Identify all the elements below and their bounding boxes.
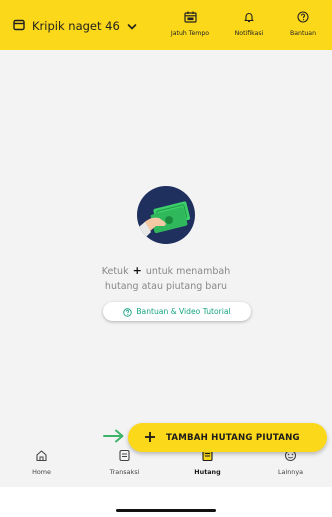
add-debt-label: TAMBAH HUTANG PIUTANG bbox=[166, 432, 300, 443]
plus-icon: + bbox=[132, 264, 142, 277]
due-date-label: Jatuh Tempo bbox=[170, 30, 210, 37]
arrow-right-icon bbox=[103, 428, 125, 447]
help-circle-icon bbox=[123, 302, 133, 321]
chevron-down-icon[interactable] bbox=[127, 16, 137, 35]
empty-state-line-1: Ketuk + untuk menambah bbox=[0, 264, 332, 280]
help-video-tutorial-label: Bantuan & Video Tutorial bbox=[136, 307, 231, 316]
calendar-icon bbox=[183, 8, 197, 27]
empty-state-text-after: untuk menambah bbox=[145, 266, 231, 277]
bell-icon bbox=[243, 8, 255, 27]
nav-label-home: Home bbox=[32, 468, 51, 476]
nav-item-home[interactable]: Home bbox=[12, 447, 72, 476]
add-debt-button[interactable]: TAMBAH HUTANG PIUTANG bbox=[128, 423, 327, 452]
nav-label-transaksi: Transaksi bbox=[109, 468, 140, 476]
empty-state-text-before: Ketuk bbox=[101, 266, 129, 277]
notifications-label: Notifikasi bbox=[234, 30, 264, 37]
empty-state-message: Ketuk + untuk menambah hutang atau piuta… bbox=[0, 264, 332, 294]
empty-state-line-2: hutang atau piutang baru bbox=[104, 280, 228, 292]
help-circle-icon bbox=[297, 8, 309, 27]
store-icon bbox=[13, 16, 25, 35]
home-indicator bbox=[116, 509, 216, 512]
nav-label-lainnya: Lainnya bbox=[277, 468, 304, 476]
receipt-icon bbox=[118, 447, 131, 466]
store-selector[interactable]: Kripik naget 46 bbox=[13, 16, 137, 35]
help-label: Bantuan bbox=[289, 30, 317, 37]
home-icon bbox=[35, 447, 48, 466]
plus-icon bbox=[144, 430, 156, 446]
store-name: Kripik naget 46 bbox=[32, 18, 120, 33]
top-bar: Kripik naget 46 Jatuh Tempo Notifikasi B… bbox=[0, 0, 332, 50]
help-video-tutorial-button[interactable]: Bantuan & Video Tutorial bbox=[103, 302, 251, 321]
due-date-button[interactable]: Jatuh Tempo bbox=[160, 8, 220, 37]
hand-holding-money-icon bbox=[137, 186, 195, 244]
nav-label-hutang: Hutang bbox=[194, 468, 221, 476]
notifications-button[interactable]: Notifikasi bbox=[224, 8, 274, 37]
help-button[interactable]: Bantuan bbox=[278, 8, 328, 37]
